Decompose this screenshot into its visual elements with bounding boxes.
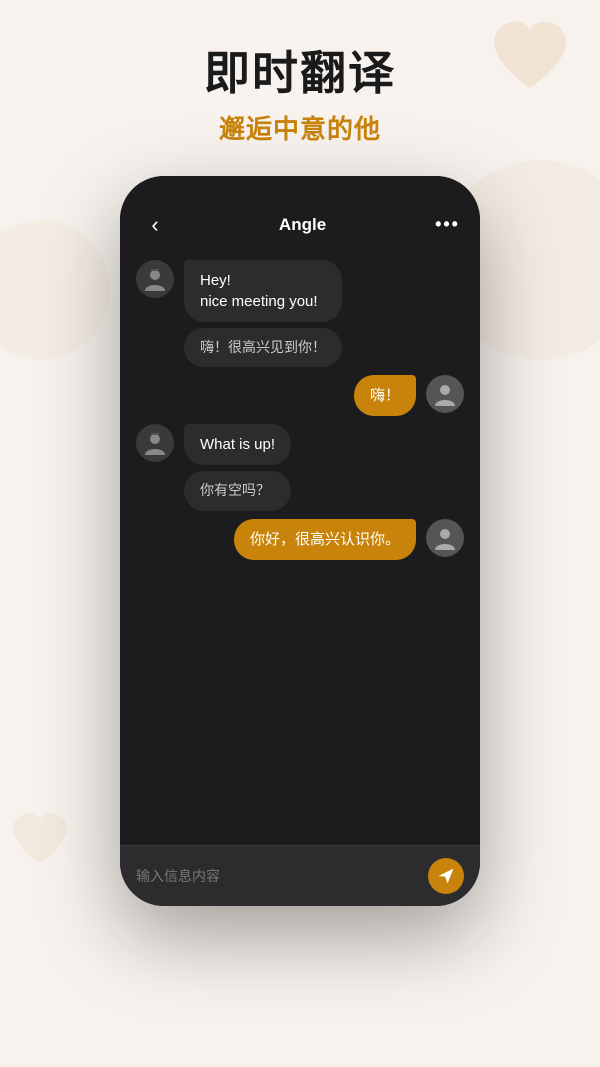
- bubble-group-4: 你好，很高兴认识你。: [234, 519, 416, 560]
- message-bubble-3: What is up!: [184, 424, 291, 465]
- message-row-1: Hey!nice meeting you! 嗨！很高兴见到你！: [136, 260, 464, 368]
- header-section: 即时翻译 邂逅中意的他: [0, 0, 600, 166]
- message-row-4: 你好，很高兴认识你。: [136, 519, 464, 560]
- translation-bubble-3: 你有空吗？: [184, 471, 291, 511]
- send-button[interactable]: [428, 858, 464, 894]
- bubble-group-1: Hey!nice meeting you! 嗨！很高兴见到你！: [184, 260, 342, 368]
- bubble-group-2: 嗨！: [354, 375, 416, 416]
- page-title: 即时翻译: [0, 48, 600, 99]
- send-icon: [437, 867, 455, 885]
- chat-contact-name: Angle: [279, 215, 326, 235]
- message-bubble-1: Hey!nice meeting you!: [184, 260, 342, 322]
- avatar-right-4: [426, 519, 464, 557]
- avatar-left-1: [136, 260, 174, 298]
- more-options-button[interactable]: •••: [435, 214, 460, 235]
- avatar-right-2: [426, 375, 464, 413]
- chat-input-bar: [120, 845, 480, 906]
- bubble-group-3: What is up! 你有空吗？: [184, 424, 291, 511]
- message-bubble-4: 你好，很高兴认识你。: [234, 519, 416, 560]
- message-input[interactable]: [136, 868, 418, 884]
- phone-frame: ‹ Angle ••• Hey!nice meeting you! 嗨！很高兴见…: [120, 176, 480, 906]
- translation-bubble-1: 嗨！很高兴见到你！: [184, 328, 342, 368]
- page-subtitle: 邂逅中意的他: [0, 109, 600, 146]
- phone-wrapper: ‹ Angle ••• Hey!nice meeting you! 嗨！很高兴见…: [0, 176, 600, 906]
- message-bubble-2: 嗨！: [354, 375, 416, 416]
- chat-body: Hey!nice meeting you! 嗨！很高兴见到你！ 嗨！: [120, 250, 480, 845]
- phone-notch: [240, 176, 360, 202]
- avatar-left-3: [136, 424, 174, 462]
- message-row-3: What is up! 你有空吗？: [136, 424, 464, 511]
- message-row-2: 嗨！: [136, 375, 464, 416]
- back-button[interactable]: ‹: [140, 212, 170, 238]
